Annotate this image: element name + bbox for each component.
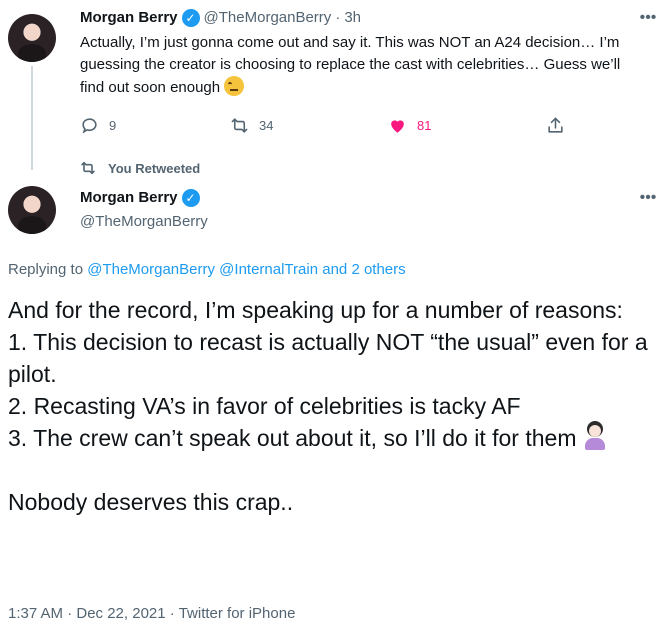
avatar[interactable] [8,186,56,234]
tweet-text: Actually, I’m just gonna come out and sa… [80,32,640,99]
reply-button[interactable]: 9 [80,116,116,135]
closing-line: Nobody deserves this crap.. [8,489,294,515]
author-handle[interactable]: @TheMorganBerry [204,8,332,28]
person-shrugging-emoji-icon [582,424,608,450]
replying-others-link[interactable]: 2 others [351,261,405,278]
author-name[interactable]: Morgan Berry [80,8,178,28]
replying-to: Replying to @TheMorganBerry @InternalTra… [8,260,406,280]
more-icon[interactable]: ••• [638,8,658,28]
tweet-actions: 9 34 81 [80,116,580,138]
tweet-time[interactable]: 3h [344,8,361,28]
retweet-label: You Retweeted [80,160,200,176]
text-line: 1. This decision to recast is actually N… [8,329,654,387]
text-line: 3. The crew can’t speak out about it, so… [8,422,648,454]
thread-line [31,66,33,170]
like-button[interactable]: 81 [388,116,431,135]
author-handle[interactable]: @TheMorganBerry [80,212,208,232]
separator: · [169,605,175,622]
tweet-meta: 1:37 AM · Dec 22, 2021 · Twitter for iPh… [8,604,295,624]
rolling-eyes-emoji-icon [224,76,245,96]
tweet-header: Morgan Berry ✓ @TheMorganBerry · 3h [80,8,361,28]
tweet-text: And for the record, I’m speaking up for … [8,294,648,518]
like-count: 81 [417,118,432,133]
replying-prefix: Replying to [8,261,84,278]
replying-and[interactable]: and [322,261,347,278]
retweet-icon [81,161,95,175]
source-app[interactable]: Twitter for iPhone [179,605,296,622]
text-line: 2. Recasting VA’s in favor of celebritie… [8,393,521,419]
verified-badge-icon: ✓ [181,189,200,207]
text-line: And for the record, I’m speaking up for … [8,297,623,323]
reply-icon [82,118,97,134]
text-line-body: 3. The crew can’t speak out about it, so… [8,425,577,451]
verified-badge-icon: ✓ [181,9,200,27]
retweet-button[interactable]: 34 [230,116,273,135]
author-name[interactable]: Morgan Berry [80,188,178,208]
retweet-icon [231,118,248,133]
separator: · [335,9,341,26]
tweet-header: Morgan Berry ✓ [80,188,200,208]
retweet-count: 34 [259,118,274,133]
more-icon[interactable]: ••• [638,188,658,208]
avatar[interactable] [8,14,56,62]
heart-icon [391,120,404,133]
share-button[interactable] [546,116,565,135]
share-icon [548,117,563,133]
mention-link[interactable]: @InternalTrain [219,261,318,278]
tweet-body: Actually, I’m just gonna come out and sa… [80,34,621,96]
reply-count: 9 [109,118,117,133]
mention-link[interactable]: @TheMorganBerry [87,261,215,278]
retweet-label-text[interactable]: You Retweeted [108,161,200,176]
timestamp[interactable]: 1:37 AM · Dec 22, 2021 [8,605,166,622]
